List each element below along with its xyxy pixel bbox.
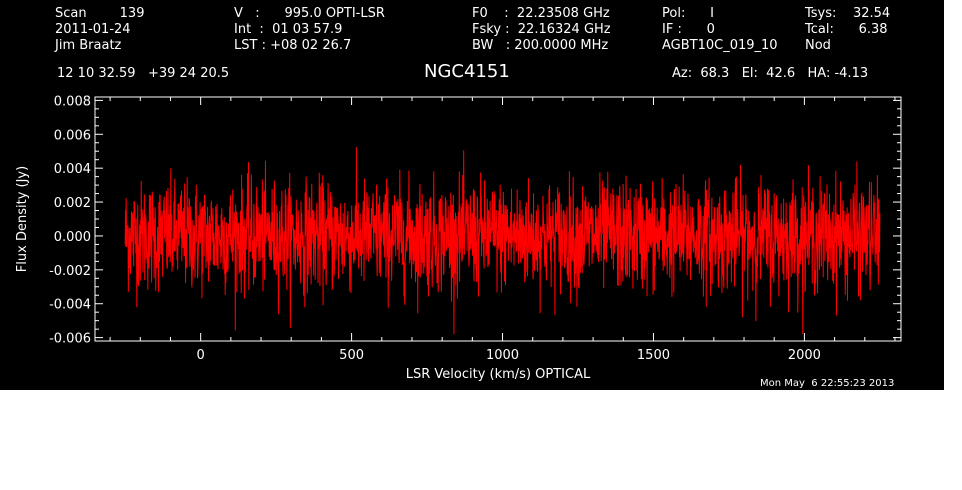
y-tick-label: 0.004 [54,162,91,177]
x-tick-label: 500 [339,348,364,363]
y-tick-label: 0.008 [54,94,91,109]
x-tick-label: 0 [197,348,205,363]
y-tick-label: 0.002 [54,196,91,211]
x-axis-label: LSR Velocity (km/s) OPTICAL [406,367,591,382]
y-tick-label: -0.006 [49,332,91,347]
y-tick-label: 0.006 [54,128,91,143]
y-tick-label: -0.002 [49,264,91,279]
y-axis-label: Flux Density (Jy) [15,166,30,272]
x-tick-label: 1000 [486,348,519,363]
spectrum-chart: 0 500 1000 1500 2000 0.008 0.006 0.004 0.002 0.00… [15,94,902,382]
y-tick-label: -0.004 [49,298,91,313]
spectrum-series-line [124,147,881,335]
x-tick-label: 2000 [788,348,821,363]
y-tick-label: 0.000 [54,230,91,245]
x-tick-label: 1500 [637,348,670,363]
